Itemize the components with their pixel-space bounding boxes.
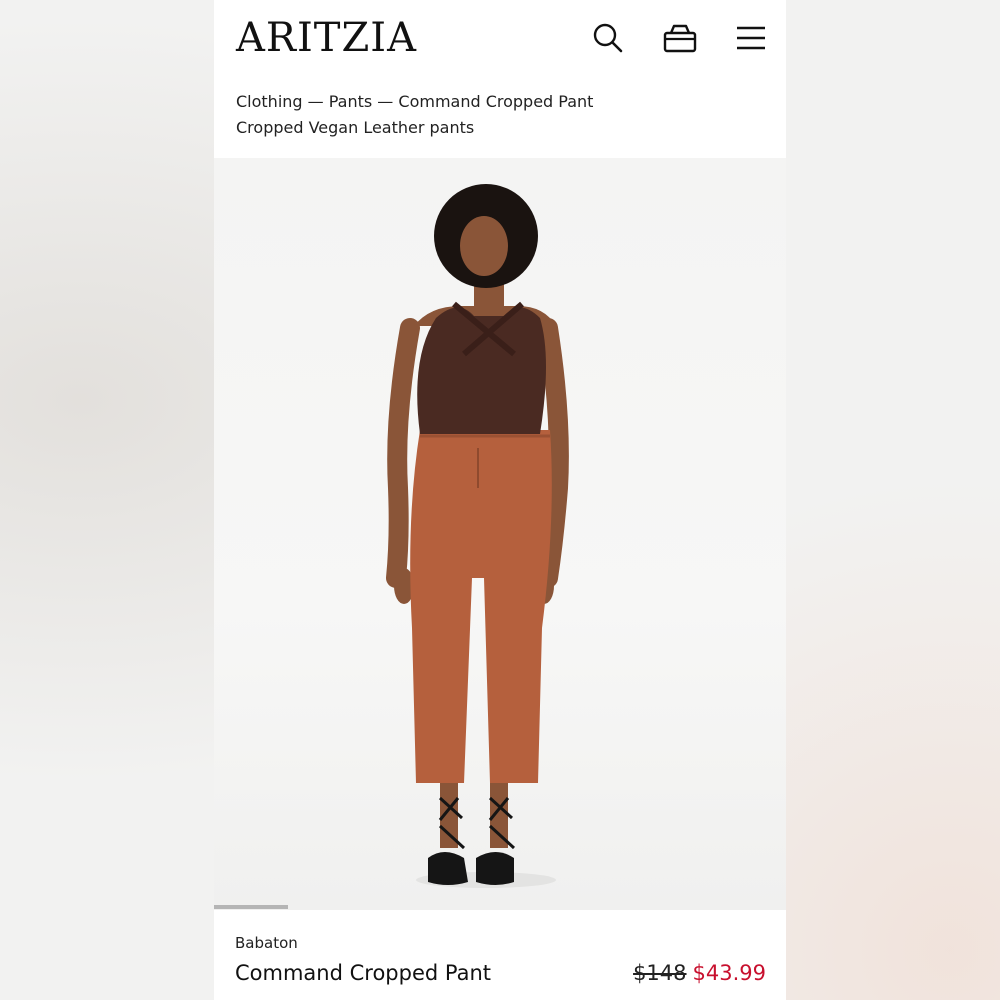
site-header: ARITZIA bbox=[214, 0, 786, 78]
product-image-gallery[interactable] bbox=[214, 158, 786, 910]
product-info: Babaton Command Cropped Pant $148 $43.99 bbox=[214, 910, 786, 1000]
bag-icon[interactable] bbox=[662, 20, 698, 56]
product-subtitle: Cropped Vegan Leather pants bbox=[236, 118, 475, 137]
product-brand[interactable]: Babaton bbox=[235, 934, 298, 952]
gallery-progress-bar bbox=[214, 905, 786, 909]
price: $148 $43.99 bbox=[633, 961, 766, 985]
breadcrumb: Clothing — Pants — Command Cropped Pant … bbox=[236, 89, 593, 141]
search-icon[interactable] bbox=[590, 20, 626, 56]
product-name: Command Cropped Pant bbox=[235, 961, 492, 985]
aritzia-logo[interactable]: ARITZIA bbox=[236, 16, 417, 60]
menu-icon[interactable] bbox=[733, 20, 769, 56]
gallery-progress-fill bbox=[214, 905, 289, 909]
model-photo bbox=[386, 184, 569, 888]
sale-price: $43.99 bbox=[692, 961, 766, 985]
original-price: $148 bbox=[633, 961, 687, 985]
product-page: ARITZIA Clothing — Pants — Command Cropp… bbox=[214, 0, 786, 1000]
breadcrumb-path[interactable]: Clothing — Pants — Command Cropped Pant bbox=[236, 89, 593, 115]
